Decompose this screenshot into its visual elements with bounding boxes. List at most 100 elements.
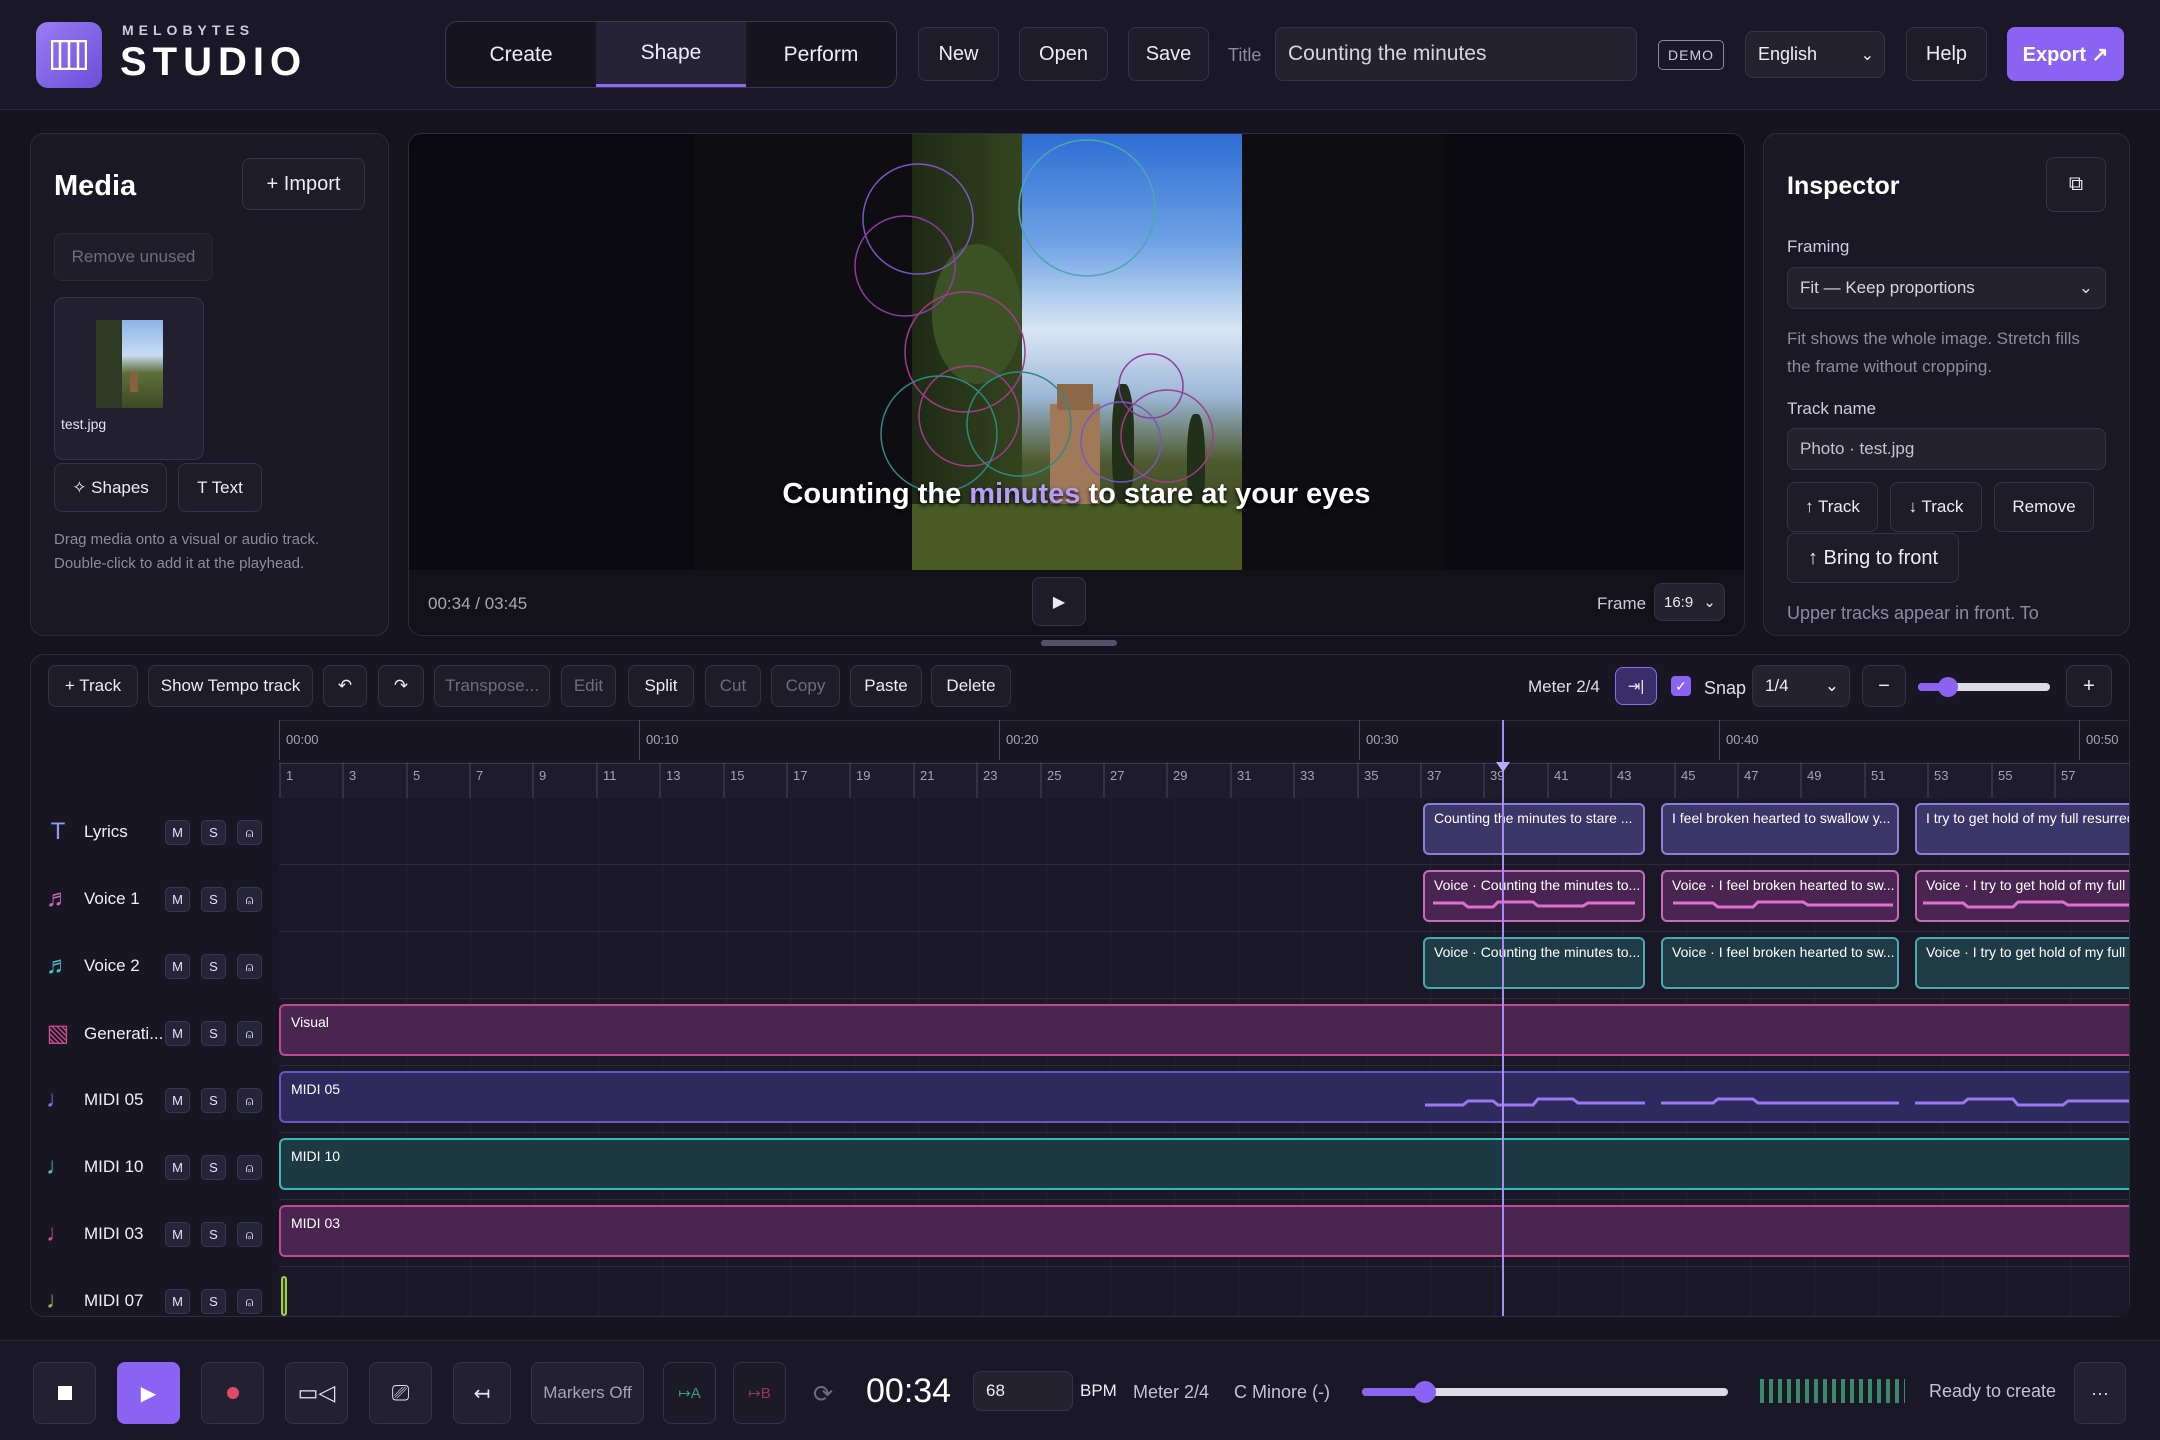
- go-to-a-button[interactable]: ↦A: [663, 1362, 716, 1424]
- track-name-input[interactable]: Photo · test.jpg: [1787, 428, 2106, 470]
- play-button[interactable]: ▶: [117, 1362, 180, 1424]
- language-select[interactable]: English ⌄: [1745, 31, 1885, 78]
- voice2-clip[interactable]: Voice · Counting the minutes to...: [1423, 937, 1645, 989]
- snap-select[interactable]: 1/4 ⌄: [1752, 665, 1850, 707]
- cut-button[interactable]: Cut: [705, 665, 761, 707]
- transpose-button[interactable]: Transpose...: [434, 665, 550, 707]
- arm-button[interactable]: ⍝: [237, 954, 262, 979]
- mute-button[interactable]: M: [165, 1289, 190, 1314]
- media-item[interactable]: test.jpg: [54, 297, 204, 460]
- mute-button[interactable]: M: [165, 1155, 190, 1180]
- remove-unused-button[interactable]: Remove unused: [54, 233, 213, 281]
- copy-button[interactable]: Copy: [771, 665, 840, 707]
- markers-button[interactable]: Markers Off: [531, 1362, 644, 1424]
- framing-select[interactable]: Fit — Keep proportions ⌄: [1787, 267, 2106, 309]
- shapes-button[interactable]: ✧ Shapes: [54, 463, 167, 512]
- add-track-button[interactable]: + Track: [48, 665, 138, 707]
- lyric-clip[interactable]: Counting the minutes to stare ...: [1423, 803, 1645, 855]
- midi10-clip[interactable]: MIDI 10: [279, 1138, 2129, 1190]
- video-button[interactable]: ▭◁: [285, 1362, 348, 1424]
- solo-button[interactable]: S: [201, 954, 226, 979]
- save-button[interactable]: Save: [1128, 27, 1209, 81]
- solo-button[interactable]: S: [201, 1021, 226, 1046]
- zoom-slider[interactable]: [1918, 677, 2050, 697]
- lyric-clip[interactable]: I feel broken hearted to swallow y...: [1661, 803, 1899, 855]
- resize-handle[interactable]: [1041, 640, 1117, 646]
- zoom-in-button[interactable]: +: [2066, 665, 2112, 707]
- frame-select[interactable]: 16:9 ⌄: [1654, 583, 1725, 621]
- playhead-marker-icon[interactable]: [1496, 762, 1510, 772]
- show-tempo-button[interactable]: Show Tempo track: [148, 665, 313, 707]
- delete-button[interactable]: Delete: [931, 665, 1011, 707]
- bpm-input[interactable]: 68: [973, 1371, 1073, 1411]
- mute-button[interactable]: M: [165, 820, 190, 845]
- undo-button[interactable]: ↶: [323, 665, 367, 707]
- volume-slider[interactable]: [1362, 1381, 1728, 1403]
- voice2-clip[interactable]: Voice · I try to get hold of my full r: [1915, 937, 2129, 989]
- visual-clip[interactable]: Visual: [279, 1004, 2129, 1056]
- track-down-button[interactable]: ↓ Track: [1890, 482, 1982, 532]
- redo-button[interactable]: ↷: [378, 665, 424, 707]
- voice2-clip[interactable]: Voice · I feel broken hearted to sw...: [1661, 937, 1899, 989]
- text-button[interactable]: T Text: [178, 463, 262, 512]
- track-header-midi03[interactable]: ♩ MIDI 03: [44, 1220, 144, 1248]
- mute-button[interactable]: M: [165, 1088, 190, 1113]
- mute-button[interactable]: M: [165, 1021, 190, 1046]
- snap-checkbox[interactable]: ✓: [1671, 676, 1691, 696]
- solo-button[interactable]: S: [201, 1289, 226, 1314]
- split-button[interactable]: Split: [628, 665, 694, 707]
- record-button[interactable]: [201, 1362, 264, 1424]
- volume-slider-thumb[interactable]: [1414, 1381, 1436, 1403]
- import-button[interactable]: + Import: [242, 158, 365, 210]
- help-button[interactable]: Help: [1906, 27, 1987, 81]
- tab-shape[interactable]: Shape: [596, 22, 746, 87]
- inspector-popout-button[interactable]: ⧉: [2046, 157, 2106, 212]
- arm-button[interactable]: ⍝: [237, 1021, 262, 1046]
- preview-play-button[interactable]: ▶: [1032, 577, 1086, 626]
- solo-button[interactable]: S: [201, 820, 226, 845]
- return-start-button[interactable]: ↤: [453, 1362, 511, 1424]
- snap-to-playhead-button[interactable]: ⇥|: [1615, 667, 1657, 705]
- edit-button[interactable]: Edit: [561, 665, 616, 707]
- more-button[interactable]: ···: [2074, 1362, 2126, 1424]
- remove-button[interactable]: Remove: [1994, 482, 2094, 532]
- mute-button[interactable]: M: [165, 954, 190, 979]
- midi07-clip-edge[interactable]: [281, 1276, 287, 1316]
- new-button[interactable]: New: [918, 27, 999, 81]
- solo-button[interactable]: S: [201, 887, 226, 912]
- stop-button[interactable]: [33, 1362, 96, 1424]
- track-header-visual[interactable]: ▧ Generati...: [44, 1019, 164, 1048]
- loop-icon[interactable]: ⟳: [813, 1380, 833, 1409]
- track-header-midi05[interactable]: ♩ MIDI 05: [44, 1086, 144, 1114]
- solo-button[interactable]: S: [201, 1155, 226, 1180]
- track-header-voice2[interactable]: ♬ Voice 2: [44, 952, 140, 980]
- go-to-b-button[interactable]: ↦B: [733, 1362, 786, 1424]
- midi03-clip[interactable]: MIDI 03: [279, 1205, 2129, 1257]
- export-button[interactable]: Export ↗: [2007, 27, 2124, 81]
- arm-button[interactable]: ⍝: [237, 887, 262, 912]
- zoom-out-button[interactable]: −: [1862, 665, 1906, 707]
- title-input[interactable]: Counting the minutes: [1275, 27, 1637, 81]
- bring-front-button[interactable]: ↑ Bring to front: [1787, 533, 1959, 583]
- track-header-lyrics[interactable]: T Lyrics: [44, 818, 128, 846]
- mute-button[interactable]: M: [165, 1222, 190, 1247]
- track-header-voice1[interactable]: ♬ Voice 1: [44, 885, 140, 913]
- paste-button[interactable]: Paste: [850, 665, 922, 707]
- playhead[interactable]: [1502, 720, 1504, 1316]
- present-button[interactable]: ⎚: [369, 1362, 432, 1424]
- open-button[interactable]: Open: [1019, 27, 1108, 81]
- solo-button[interactable]: S: [201, 1222, 226, 1247]
- tab-perform[interactable]: Perform: [746, 22, 896, 87]
- arm-button[interactable]: ⍝: [237, 1222, 262, 1247]
- lyric-clip[interactable]: I try to get hold of my full resurrec: [1915, 803, 2129, 855]
- solo-button[interactable]: S: [201, 1088, 226, 1113]
- tab-create[interactable]: Create: [446, 22, 596, 87]
- arm-button[interactable]: ⍝: [237, 1289, 262, 1314]
- arm-button[interactable]: ⍝: [237, 1088, 262, 1113]
- track-header-midi07[interactable]: ♩ MIDI 07: [44, 1287, 144, 1315]
- track-up-button[interactable]: ↑ Track: [1787, 482, 1878, 532]
- arm-button[interactable]: ⍝: [237, 1155, 262, 1180]
- app-logo-icon[interactable]: [36, 22, 102, 88]
- mute-button[interactable]: M: [165, 887, 190, 912]
- track-header-midi10[interactable]: ♩ MIDI 10: [44, 1153, 144, 1181]
